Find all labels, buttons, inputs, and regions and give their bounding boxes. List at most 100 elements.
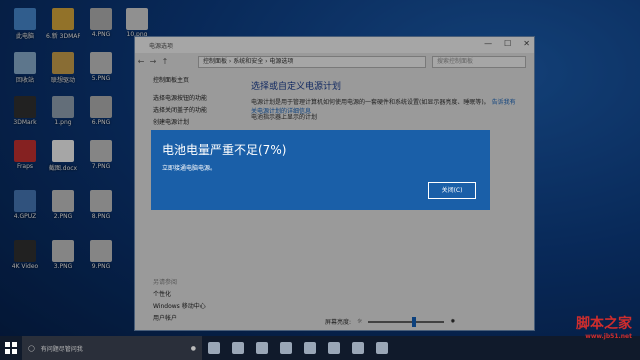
start-button[interactable]	[0, 336, 22, 360]
main-content: 选择或自定义电源计划 电源计划是用于管理计算机如何使用电源的一套硬件和系统设置(…	[251, 79, 521, 121]
taskbar-search[interactable]: ◯ 有问题尽管问我 ●	[22, 336, 202, 360]
page-heading: 选择或自定义电源计划	[251, 82, 342, 92]
battery-plans-section: 电池指示器上显示的计划	[251, 114, 318, 121]
side-item-create-plan[interactable]: 创建电源计划	[153, 117, 207, 129]
desktop-icon-label: Fraps	[16, 163, 34, 170]
watermark: 脚本之家 www.jb51.net	[576, 313, 632, 340]
search-input[interactable]: 搜索控制面板	[432, 56, 526, 68]
desktop-icon-label: 联想驱动	[50, 77, 75, 84]
app-icon[interactable]	[376, 342, 388, 354]
desktop-icon[interactable]: 2.PNG	[46, 190, 80, 220]
brightness-label: 屏幕亮度:	[325, 319, 352, 326]
battery-warning-dialog: 电池电量严重不足(7%) 立即接通电脑电源。 关闭(C)	[151, 130, 490, 210]
task-view-icon[interactable]	[208, 342, 220, 354]
address-bar: ← → ↑ 控制面板 › 系统和安全 › 电源选项 搜索控制面板	[135, 54, 534, 68]
file-icon	[52, 8, 74, 30]
dialog-message: 立即接通电脑电源。	[162, 165, 217, 172]
app-icon[interactable]	[328, 342, 340, 354]
file-icon	[52, 190, 74, 212]
desktop-icon[interactable]: 6.PNG	[84, 96, 118, 126]
dialog-close-button[interactable]: 关闭(C)	[428, 182, 476, 199]
desktop-icon-label: 3DMark	[13, 119, 37, 126]
desktop-icon[interactable]: 回收站	[8, 52, 42, 84]
maximize-icon[interactable]: ☐	[504, 39, 511, 48]
file-icon	[90, 96, 112, 118]
sun-low-icon: ☼	[357, 318, 363, 325]
desktop-icon[interactable]: 此电脑	[8, 8, 42, 40]
app-icon[interactable]	[352, 342, 364, 354]
desktop-icon[interactable]: 3.PNG	[46, 240, 80, 270]
desktop-icon[interactable]: 7.PNG	[84, 140, 118, 170]
brightness-control: 屏幕亮度: ☼ ✹	[325, 316, 456, 327]
desktop-icon[interactable]: 9.PNG	[84, 240, 118, 270]
desktop-icon[interactable]: 4.GPUZ	[8, 190, 42, 220]
taskbar: ◯ 有问题尽管问我 ●	[0, 336, 640, 360]
desktop-icon-label: 4.PNG	[91, 31, 111, 38]
desktop-icon-label: 9.PNG	[91, 263, 111, 270]
file-icon	[126, 8, 148, 30]
window-titlebar: 电源选项	[135, 37, 534, 53]
see-also-mobility-center[interactable]: Windows 移动中心	[153, 301, 206, 313]
desktop-icon[interactable]: 6.新 3DMARK	[46, 8, 80, 40]
side-nav: 控制面板主页 选择电源按钮的功能 选择关闭盖子的功能 创建电源计划	[153, 75, 207, 129]
desktop-icon-label: 4.GPUZ	[13, 213, 37, 220]
sun-high-icon: ✹	[450, 318, 456, 325]
windows-logo-icon	[5, 342, 17, 354]
desktop-icon-label: 5.PNG	[91, 75, 111, 82]
desktop-icon-label: 8.PNG	[91, 213, 111, 220]
desktop-icon[interactable]: 4.PNG	[84, 8, 118, 38]
brightness-thumb[interactable]	[412, 316, 417, 327]
forward-icon[interactable]: →	[147, 57, 159, 66]
explorer-icon[interactable]	[256, 342, 268, 354]
desktop-icon-label: 3.PNG	[53, 263, 73, 270]
file-icon	[14, 52, 36, 74]
mic-icon[interactable]: ●	[191, 345, 196, 352]
store-icon[interactable]	[280, 342, 292, 354]
file-icon	[90, 8, 112, 30]
desktop-icon[interactable]: 5.PNG	[84, 52, 118, 82]
brightness-slider[interactable]	[368, 316, 445, 327]
side-item-power-button[interactable]: 选择电源按钮的功能	[153, 93, 207, 105]
desktop-icon-label: 截图.docx	[48, 165, 78, 172]
see-also-header: 另请参阅	[153, 279, 178, 286]
file-icon	[52, 52, 74, 74]
file-icon	[52, 240, 74, 262]
app-icon[interactable]	[304, 342, 316, 354]
close-icon[interactable]: ✕	[523, 39, 530, 48]
see-also: 另请参阅 个性化 Windows 移动中心 用户帐户	[153, 277, 206, 325]
desktop-icon[interactable]: Fraps	[8, 140, 42, 170]
file-icon	[14, 8, 36, 30]
back-icon[interactable]: ←	[135, 57, 147, 66]
file-icon	[90, 52, 112, 74]
desktop-icon[interactable]: 联想驱动	[46, 52, 80, 84]
desktop-icon[interactable]: 8.PNG	[84, 190, 118, 220]
file-icon	[90, 190, 112, 212]
desktop-icon[interactable]: 截图.docx	[46, 140, 80, 172]
edge-icon[interactable]	[232, 342, 244, 354]
file-icon	[14, 190, 36, 212]
file-icon	[14, 240, 36, 262]
see-also-user-accounts[interactable]: 用户帐户	[153, 313, 206, 325]
desktop-icon[interactable]: 4K Video	[8, 240, 42, 270]
watermark-url: www.jb51.net	[585, 333, 632, 340]
desktop-icon-label: 此电脑	[15, 33, 34, 40]
window-controls: — ☐ ✕	[484, 39, 530, 48]
desktop-icon[interactable]: 1.png	[46, 96, 80, 126]
desktop-icon[interactable]: 10.png	[120, 8, 154, 38]
file-icon	[52, 96, 74, 118]
file-icon	[90, 140, 112, 162]
breadcrumb[interactable]: 控制面板 › 系统和安全 › 电源选项	[198, 56, 426, 68]
taskbar-apps	[208, 342, 388, 354]
window-title: 电源选项	[149, 42, 174, 50]
taskbar-search-text: 有问题尽管问我	[40, 345, 83, 353]
desktop-icon-label: 7.PNG	[91, 163, 111, 170]
side-home-link[interactable]: 控制面板主页	[153, 75, 207, 87]
desktop-icon-label: 6.新 3DMARK	[46, 33, 80, 40]
side-item-lid[interactable]: 选择关闭盖子的功能	[153, 105, 207, 117]
minimize-icon[interactable]: —	[484, 39, 492, 48]
desktop-icon[interactable]: 3DMark	[8, 96, 42, 126]
file-icon	[52, 140, 74, 162]
dialog-title: 电池电量严重不足(7%)	[162, 143, 287, 157]
see-also-personalization[interactable]: 个性化	[153, 289, 206, 301]
up-icon[interactable]: ↑	[159, 57, 171, 66]
